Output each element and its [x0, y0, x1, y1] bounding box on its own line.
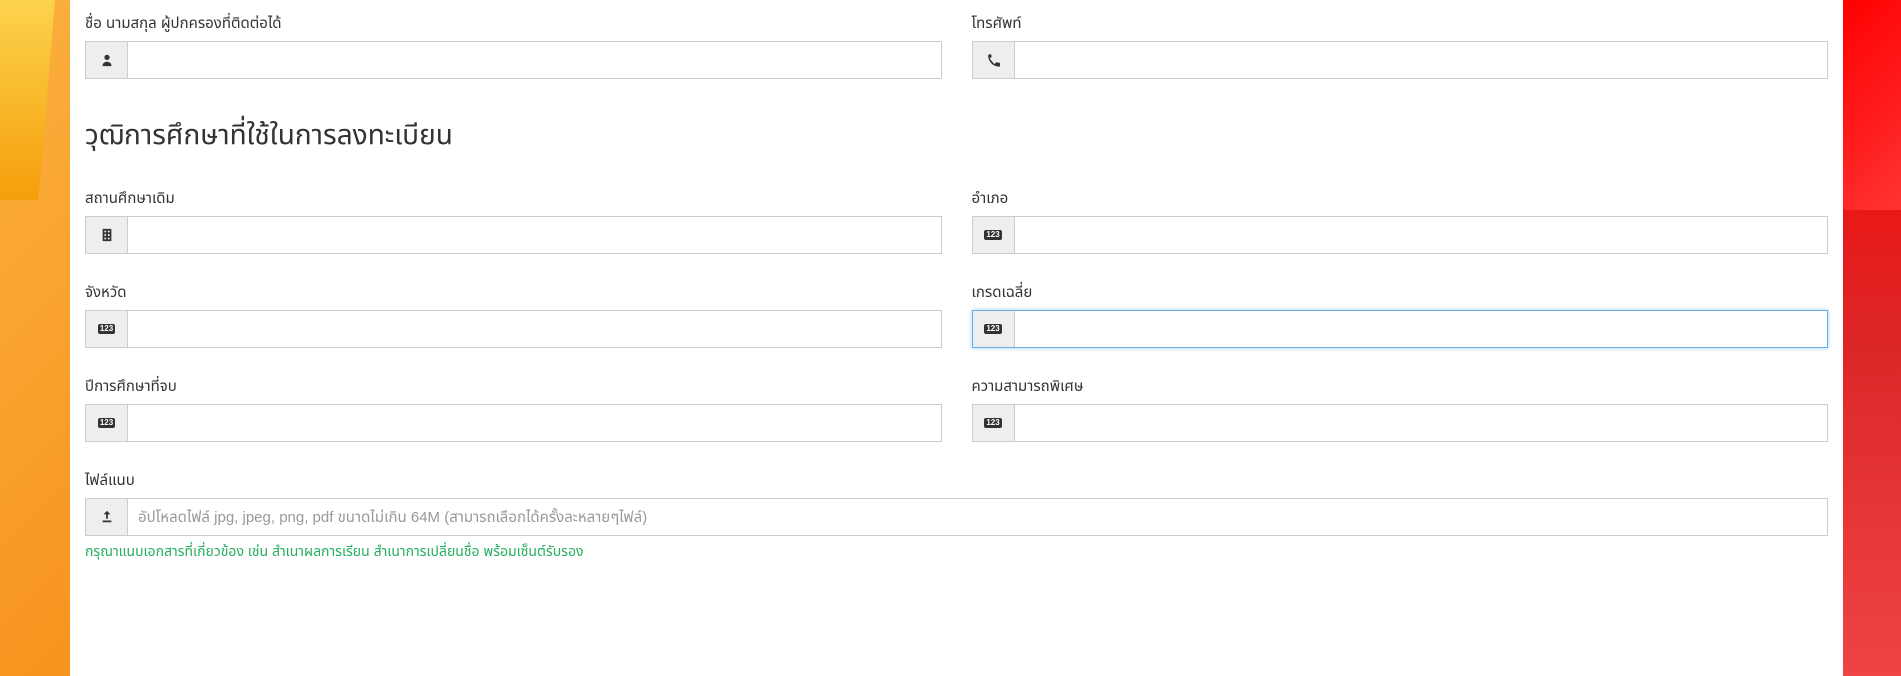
guardian-phone-group	[972, 41, 1829, 79]
school-label: สถานศึกษาเดิม	[85, 175, 942, 210]
upload-icon	[86, 499, 128, 535]
gpa-group: 123	[972, 310, 1829, 348]
district-label: อำเภอ	[972, 175, 1829, 210]
province-input[interactable]	[128, 311, 941, 347]
education-heading: วุฒิการศึกษาที่ใช้ในการลงทะเบียน	[85, 114, 1828, 157]
file-group[interactable]: อัปโหลดไฟล์ jpg, jpeg, png, pdf ขนาดไม่เ…	[85, 498, 1828, 536]
year-label: ปีการศึกษาที่จบ	[85, 363, 942, 398]
school-group	[85, 216, 942, 254]
guardian-name-input[interactable]	[128, 42, 941, 78]
province-group: 123	[85, 310, 942, 348]
number-icon: 123	[973, 217, 1015, 253]
district-group: 123	[972, 216, 1829, 254]
number-icon: 123	[86, 311, 128, 347]
skill-group: 123	[972, 404, 1829, 442]
background-right-decoration	[1843, 0, 1901, 676]
guardian-name-group	[85, 41, 942, 79]
skill-label: ความสามารถพิเศษ	[972, 363, 1829, 398]
province-label: จังหวัด	[85, 269, 942, 304]
gpa-label: เกรดเฉลี่ย	[972, 269, 1829, 304]
file-help-text: กรุณาแนบเอกสารที่เกี่ยวข้อง เช่น สำเนาผล…	[85, 542, 1828, 563]
guardian-name-label: ชื่อ นามสกุล ผู้ปกครองที่ติดต่อได้	[85, 0, 942, 35]
guardian-phone-input[interactable]	[1015, 42, 1828, 78]
skill-input[interactable]	[1015, 405, 1828, 441]
number-icon: 123	[973, 311, 1015, 347]
file-placeholder-text: อัปโหลดไฟล์ jpg, jpeg, png, pdf ขนาดไม่เ…	[128, 499, 1827, 535]
district-input[interactable]	[1015, 217, 1828, 253]
year-group: 123	[85, 404, 942, 442]
year-input[interactable]	[128, 405, 941, 441]
form-panel: ชื่อ นามสกุล ผู้ปกครองที่ติดต่อได้ โทรศั…	[70, 0, 1843, 676]
guardian-phone-label: โทรศัพท์	[972, 0, 1829, 35]
number-icon: 123	[973, 405, 1015, 441]
gpa-input[interactable]	[1015, 311, 1828, 347]
phone-icon	[973, 42, 1015, 78]
user-icon	[86, 42, 128, 78]
file-label: ไฟล์แนบ	[85, 457, 1828, 492]
background-left-decoration	[0, 0, 70, 676]
building-icon	[86, 217, 128, 253]
number-icon: 123	[86, 405, 128, 441]
school-input[interactable]	[128, 217, 941, 253]
